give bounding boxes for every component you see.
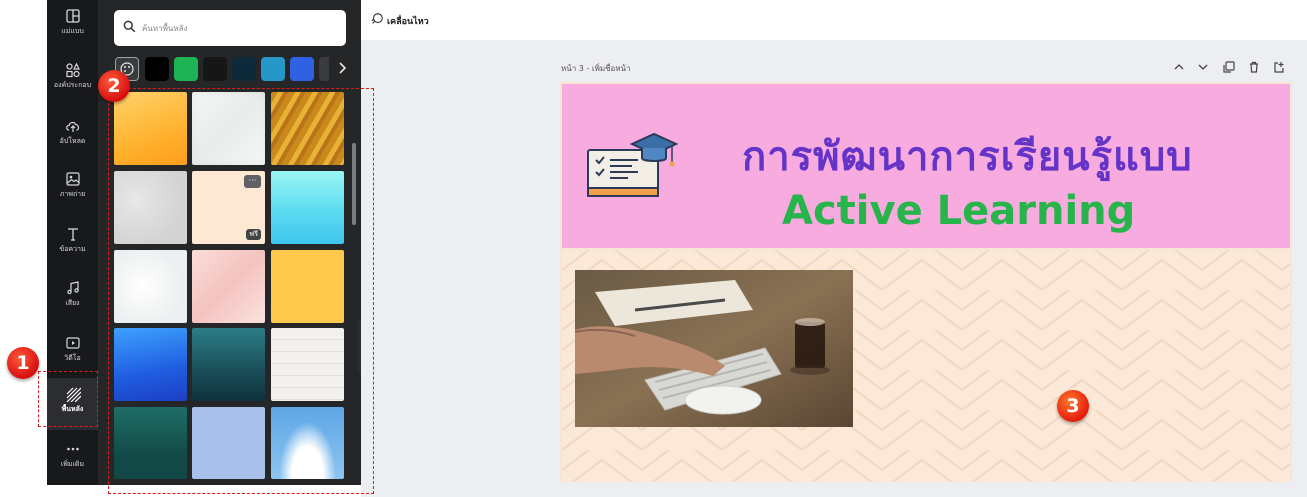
editor-toolbar bbox=[361, 0, 1307, 40]
video-icon bbox=[65, 337, 80, 349]
delete-page-icon[interactable] bbox=[1247, 60, 1261, 74]
sidebar-item-label: องค์ประกอบ bbox=[53, 81, 92, 89]
upload-icon bbox=[65, 121, 79, 132]
duplicate-page-icon[interactable] bbox=[1222, 60, 1236, 74]
photo-icon bbox=[65, 172, 80, 186]
sidebar-item-audio[interactable]: เสียง bbox=[47, 272, 98, 324]
sidebar-item-templates[interactable]: แม่แบบ bbox=[47, 0, 98, 52]
color-swatch[interactable] bbox=[319, 57, 329, 81]
color-swatch[interactable] bbox=[145, 57, 169, 81]
color-swatch[interactable] bbox=[290, 57, 314, 81]
sidebar-item-label: อัปโหลด bbox=[59, 137, 86, 145]
sidebar-item-label: เพิ่มเติม bbox=[60, 460, 85, 468]
color-swatch[interactable] bbox=[203, 57, 227, 81]
chevron-right-icon bbox=[339, 62, 347, 74]
sidebar-item-elements[interactable]: องค์ประกอบ bbox=[47, 54, 98, 106]
graduation-board-icon bbox=[587, 132, 678, 197]
animate-icon[interactable] bbox=[370, 12, 384, 26]
color-swatch[interactable] bbox=[174, 57, 198, 81]
sidebar-item-label: วิดีโอ bbox=[64, 354, 81, 362]
text-icon bbox=[67, 228, 78, 241]
sidebar-item-label: ภาพถ่าย bbox=[59, 190, 86, 198]
color-swatch[interactable] bbox=[261, 57, 285, 81]
editor-screen: แม่แบบ องค์ประกอบ อัปโหลด ภาพถ่าย ข้อควา… bbox=[0, 0, 1307, 497]
sidebar-item-uploads[interactable]: อัปโหลด bbox=[47, 110, 98, 162]
sidebar-item-more[interactable]: เพิ่มเติม bbox=[47, 433, 98, 485]
panel-highlight-box bbox=[108, 88, 374, 494]
background-button-highlight-box bbox=[38, 371, 98, 427]
callout-badge-1: 1 bbox=[7, 347, 39, 379]
add-page-icon[interactable] bbox=[1272, 60, 1286, 74]
swatch-next-button[interactable] bbox=[330, 57, 354, 81]
search-icon bbox=[123, 20, 136, 33]
search-box bbox=[114, 10, 346, 46]
color-swatch[interactable] bbox=[232, 57, 256, 81]
sidebar-item-text[interactable]: ข้อความ bbox=[47, 218, 98, 270]
template-icon bbox=[65, 9, 80, 23]
sidebar-item-photos[interactable]: ภาพถ่าย bbox=[47, 163, 98, 215]
title-thai[interactable]: การพัฒนาการเรียนรู้แบบ bbox=[742, 124, 1193, 188]
sidebar-item-label: ข้อความ bbox=[59, 245, 86, 253]
page-title[interactable]: หน้า 3 - เพิ่มชื่อหน้า bbox=[561, 62, 631, 75]
animate-button-label[interactable]: เคลื่อนไหว bbox=[387, 14, 429, 28]
music-icon bbox=[66, 281, 79, 295]
title-english[interactable]: Active Learning bbox=[782, 188, 1135, 234]
elements-icon bbox=[65, 62, 80, 78]
chevron-up-icon[interactable] bbox=[1172, 60, 1186, 74]
keyboard-coffee-photo[interactable] bbox=[575, 270, 853, 427]
callout-badge-3: 3 bbox=[1057, 390, 1089, 422]
more-icon bbox=[66, 447, 79, 451]
title-banner[interactable]: การพัฒนาการเรียนรู้แบบ Active Learning bbox=[562, 84, 1290, 248]
sidebar-item-label: แม่แบบ bbox=[61, 27, 84, 35]
chevron-down-icon[interactable] bbox=[1196, 60, 1210, 74]
sidebar-item-label: เสียง bbox=[65, 299, 80, 307]
callout-badge-2: 2 bbox=[98, 70, 130, 102]
search-input[interactable] bbox=[142, 18, 337, 38]
